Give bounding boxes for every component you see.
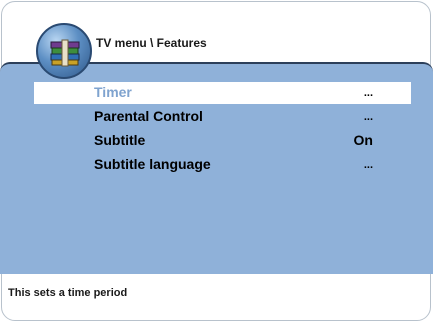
menu-item-value: ... [363,111,373,123]
status-text: This sets a time period [8,287,128,299]
menu-item-label: Subtitle [94,132,146,148]
menu-item-label: Parental Control [94,108,203,124]
menu-item-timer[interactable]: Timer ... [34,82,411,104]
menu-panel: Timer ... Parental Control ... Subtitle … [0,62,433,274]
menu-item-subtitle[interactable]: Subtitle On [34,130,411,152]
tv-menu-screen: TV menu \ Features Timer ... Parental Co… [0,0,433,324]
tv-features-icon [36,23,92,79]
books-icon [50,39,80,67]
breadcrumb: TV menu \ Features [96,36,207,50]
menu-item-parental-control[interactable]: Parental Control ... [34,106,411,128]
menu-item-label: Subtitle language [94,156,211,172]
menu-item-subtitle-language[interactable]: Subtitle language ... [34,154,411,176]
menu-item-value: ... [363,87,373,99]
menu-item-value: ... [363,159,373,171]
menu-item-label: Timer [94,84,132,100]
menu-item-value: On [353,132,373,148]
